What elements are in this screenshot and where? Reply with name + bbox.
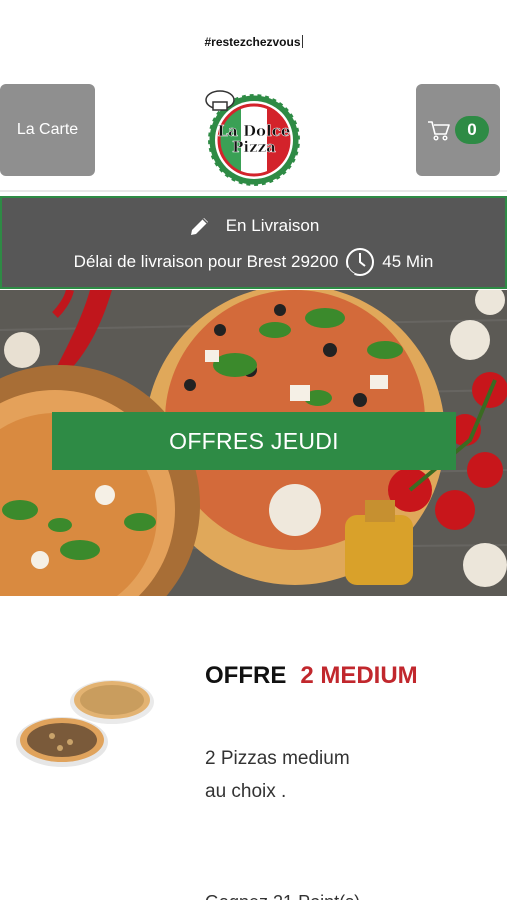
header-divider [0,190,507,192]
pencil-icon[interactable] [188,214,212,238]
loyalty-points-text: Gagnez 21 Point(s) [205,892,360,900]
cart-count-badge: 0 [455,116,489,144]
delivery-info-panel[interactable]: En Livraison Délai de livraison pour Bre… [0,196,507,289]
offer-description-line-1: 2 Pizzas medium [205,748,350,769]
delivery-delay-text: Délai de livraison pour Brest 29200 [73,252,339,271]
header: La Carte La Dolce Pizza 0 [0,84,507,188]
delivery-time-value: 45 Min [382,252,434,271]
delivery-mode-label: En Livraison [225,216,320,235]
clock-icon [345,248,375,277]
la-carte-label: La Carte [16,121,79,138]
cart-button[interactable]: 0 [416,84,500,176]
offer-title-prefix: OFFRE [205,662,287,689]
product-card[interactable]: OFFRE 2 MEDIUM 2 Pizzas medium au choix .… [0,596,507,900]
hashtag-text: #restezchezvous [204,35,303,49]
cart-icon [428,121,450,141]
offer-description: 2 Pizzas medium au choix . [205,742,445,808]
offer-title-accent: 2 MEDIUM [300,662,418,689]
offer-description-line-2: au choix . [205,781,287,802]
offers-jeudi-banner[interactable]: OFFRES JEUDI [52,412,456,470]
product-image [16,680,154,767]
text-caret [301,35,303,48]
restaurant-logo[interactable]: La Dolce Pizza [196,84,312,188]
logo-text-line2: Pizza [232,138,276,156]
offer-title: OFFRE 2 MEDIUM [205,662,418,690]
la-carte-button[interactable]: La Carte [0,84,95,176]
